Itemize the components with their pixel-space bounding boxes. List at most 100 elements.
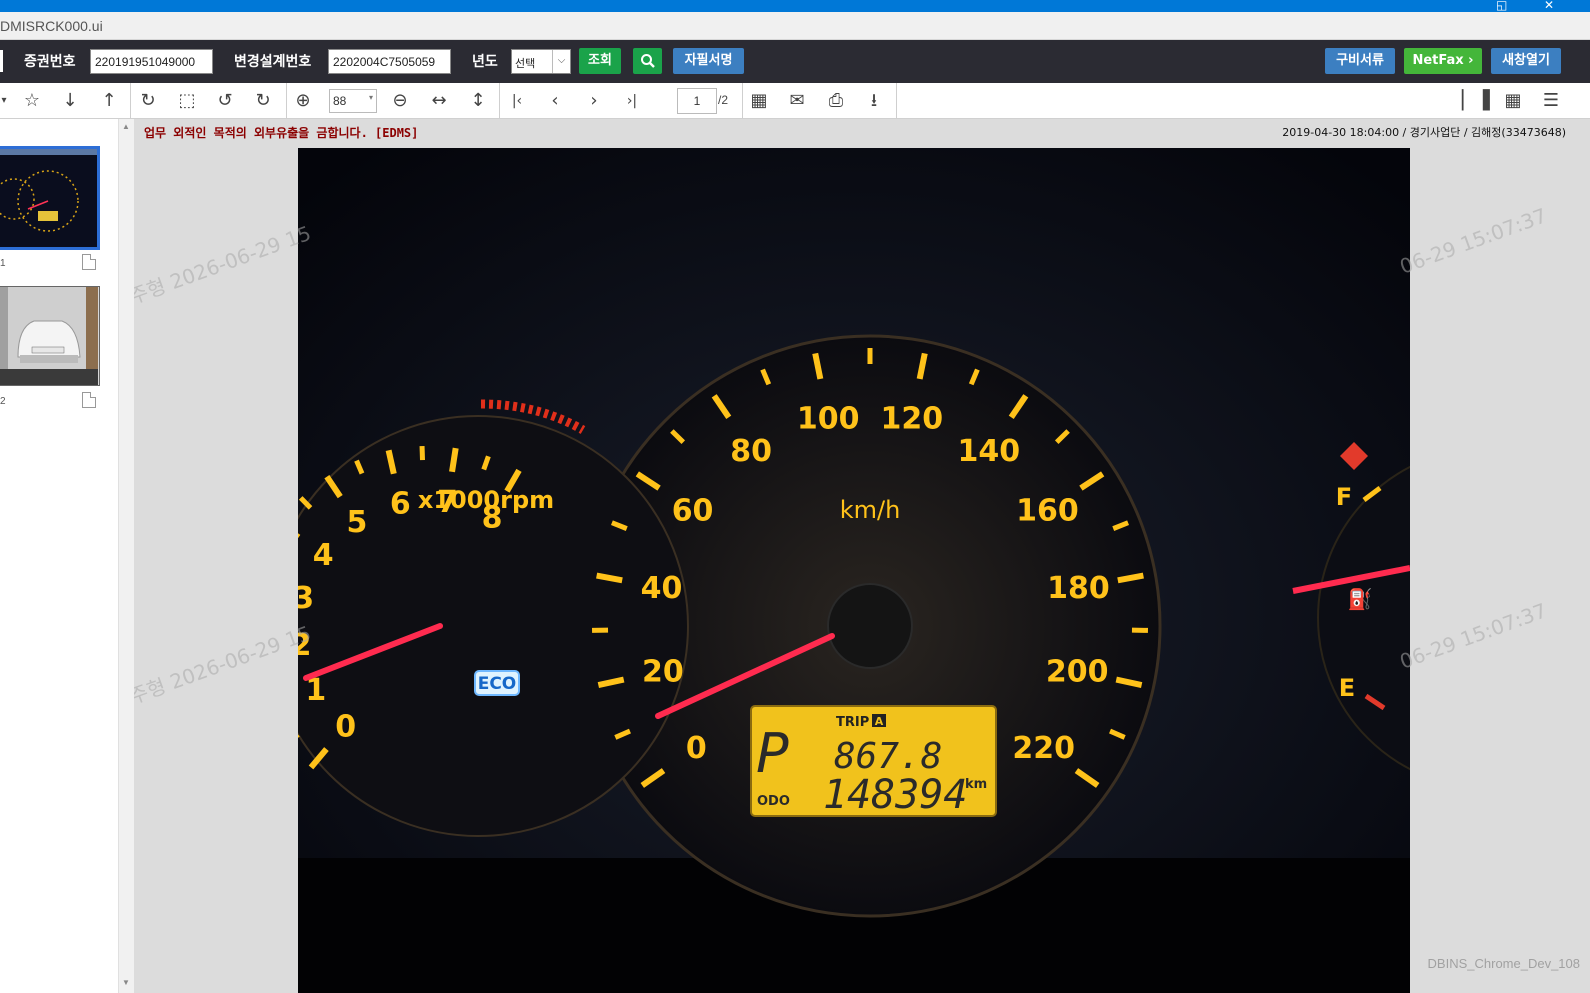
speed-unit: km/h xyxy=(840,496,901,524)
document-meta: 2019-04-30 18:04:00 / 경기사업단 / 김해정(334736… xyxy=(1282,126,1566,139)
speed-label: 0 xyxy=(686,731,707,766)
year-label: 년도 xyxy=(472,54,498,70)
rpm-unit: x1000rpm xyxy=(418,486,554,514)
year-select-value: 선택 xyxy=(515,57,536,70)
grid-view-icon[interactable]: ▦ xyxy=(1501,90,1525,112)
page-total: /2 xyxy=(718,93,729,107)
fuel-full-label: F xyxy=(1336,483,1352,511)
rotate-left-icon[interactable]: ↺ xyxy=(213,90,237,112)
address-bar: DMISRCK000.ui xyxy=(0,12,1590,40)
fit-height-icon[interactable]: ↕ xyxy=(466,90,490,112)
document-image: 0 20 40 60 80 100 120 140 160 180 200 220 012345678… xyxy=(298,148,1410,993)
toolbar-divider xyxy=(130,83,131,119)
rpm-label: 6 xyxy=(390,487,411,522)
chevron-down-icon: ⌵ xyxy=(552,50,570,73)
print-icon[interactable]: ⎙ xyxy=(824,90,848,112)
change-number-label: 변경설계번호 xyxy=(234,54,312,70)
arrow-down-icon[interactable]: ↓ xyxy=(58,90,82,112)
zoom-value: 88 xyxy=(333,94,347,108)
netfax-button[interactable]: NetFax › xyxy=(1404,48,1482,74)
scroll-down-icon[interactable]: ▼ xyxy=(122,978,130,987)
speed-label: 20 xyxy=(642,655,684,690)
thumbnail-number: 2 xyxy=(0,396,6,407)
speed-label: 200 xyxy=(1046,655,1109,690)
documents-button[interactable]: 구비서류 xyxy=(1325,48,1395,74)
search-button[interactable] xyxy=(633,48,662,74)
checker-icon[interactable]: ▦ xyxy=(747,90,771,112)
refresh-icon[interactable]: ↻ xyxy=(136,90,160,112)
rpm-label: 5 xyxy=(346,505,367,540)
speed-label: 140 xyxy=(958,434,1021,469)
window-title-bar: ◱ ✕ xyxy=(0,0,1590,12)
car-thumbnail-image xyxy=(0,287,98,385)
search-bar: 증권번호 220191951049000 변경설계번호 2202004C7505… xyxy=(0,40,1590,83)
viewer-toolbar: ▾ ☆ ↓ ↑ ↻ ⬚ ↺ ↻ ⊕ 88 ▾ ⊖ ↔ ↕ |‹ ‹ › ›| 1… xyxy=(0,83,1590,119)
download-icon[interactable]: ⭳ xyxy=(862,90,886,112)
crop-rotate-icon[interactable]: ⬚ xyxy=(175,90,199,112)
dashboard-photo: 020406080100 120140160180200220 0123456 7 8… xyxy=(298,148,1410,993)
rpm-label: 4 xyxy=(313,538,334,573)
rpm-tick xyxy=(449,447,459,473)
rotate-right-icon[interactable]: ↻ xyxy=(251,90,275,112)
odo-value: 148394 xyxy=(823,772,968,818)
panel-layout-icon[interactable]: ▏▐ xyxy=(1462,90,1490,112)
zoom-out-icon[interactable]: ⊖ xyxy=(388,90,412,112)
url-text: DMISRCK000.ui xyxy=(0,18,103,34)
thumbnail-page-1[interactable] xyxy=(0,146,100,250)
list-view-icon[interactable]: ☰ xyxy=(1539,90,1563,112)
zoom-in-icon[interactable]: ⊕ xyxy=(291,90,315,112)
signature-button[interactable]: 자필서명 xyxy=(673,48,744,74)
prev-page-icon[interactable]: ‹ xyxy=(543,90,567,112)
document-viewer: 업무 외적인 목적의 외부유출을 금합니다. [EDMS] 2019-04-30… xyxy=(134,119,1590,993)
toolbar-divider xyxy=(896,83,897,119)
policy-number-label: 증권번호 xyxy=(24,54,76,70)
change-number-input[interactable]: 2202004C7505059 xyxy=(328,49,451,74)
confidentiality-notice: 업무 외적인 목적의 외부유출을 금합니다. [EDMS] xyxy=(144,126,419,140)
speed-label: 120 xyxy=(880,402,943,437)
arrow-up-icon[interactable]: ↑ xyxy=(97,90,121,112)
restore-icon[interactable]: ◱ xyxy=(1496,0,1507,12)
new-window-button[interactable]: 새창열기 xyxy=(1491,48,1561,74)
year-select[interactable]: 선택 ⌵ xyxy=(511,49,571,74)
close-icon[interactable]: ✕ xyxy=(1544,0,1554,12)
last-page-icon[interactable]: ›| xyxy=(620,90,644,112)
gear-indicator: P xyxy=(756,722,789,785)
odo-unit: km xyxy=(965,777,987,792)
dropdown-icon[interactable]: ▾ xyxy=(0,90,16,112)
speed-label: 220 xyxy=(1012,731,1075,766)
policy-number-input[interactable]: 220191951049000 xyxy=(90,49,213,74)
next-page-icon[interactable]: › xyxy=(582,90,606,112)
search-bar-edge xyxy=(0,50,3,72)
speed-label: 60 xyxy=(672,493,714,528)
speed-label: 100 xyxy=(797,402,860,437)
speed-label: 80 xyxy=(730,434,772,469)
toolbar-divider xyxy=(742,83,743,119)
zoom-input[interactable]: 88 ▾ xyxy=(329,89,377,113)
dashboard-thumbnail-image xyxy=(0,149,97,232)
document-icon xyxy=(82,392,96,408)
query-button[interactable]: 조회 xyxy=(579,48,621,74)
search-icon xyxy=(640,54,655,68)
thumbnail-page-2[interactable] xyxy=(0,286,100,386)
watermark: 주형 2026-06-29 15 xyxy=(134,220,315,309)
mail-icon[interactable]: ✉ xyxy=(785,90,809,112)
watermark: 06-29 15:07:37 xyxy=(1396,203,1550,279)
first-page-icon[interactable]: |‹ xyxy=(505,90,529,112)
trip-value: 867.8 xyxy=(834,736,942,777)
toolbar-divider xyxy=(286,83,287,119)
speed-label: 160 xyxy=(1016,493,1079,528)
netfax-label: NetFax xyxy=(1412,53,1464,68)
rpm-label: 0 xyxy=(335,710,356,745)
sidebar-scrollbar[interactable]: ▲ ▼ xyxy=(118,119,134,993)
page-number-input[interactable]: 1 xyxy=(677,88,717,114)
watermark: 주형 2026-06-29 15 xyxy=(134,620,315,709)
odo-label: ODO xyxy=(757,794,790,809)
star-icon[interactable]: ☆ xyxy=(20,90,44,112)
trip-letter: A xyxy=(875,715,884,728)
scroll-up-icon[interactable]: ▲ xyxy=(122,122,130,131)
document-icon xyxy=(82,254,96,270)
fit-width-icon[interactable]: ↔ xyxy=(427,90,451,112)
fuel-empty-label: E xyxy=(1339,674,1355,702)
rpm-label: 3 xyxy=(298,581,314,616)
spinner-icon[interactable]: ▾ xyxy=(369,93,373,102)
